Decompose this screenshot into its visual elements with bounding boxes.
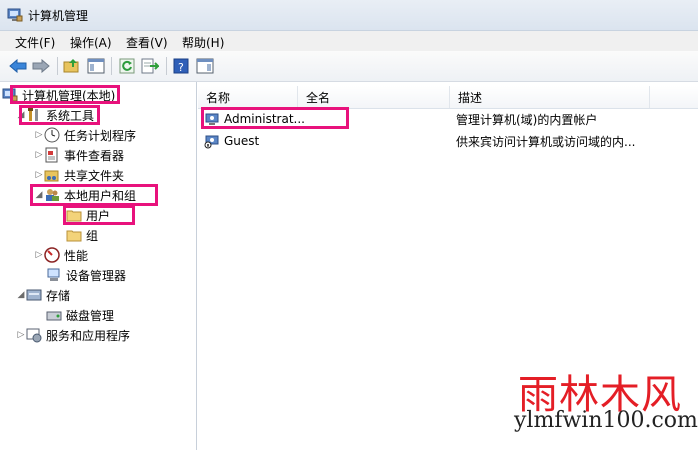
tree-item-performance[interactable]: ▷ 性能 [34,246,88,264]
row-name-cell: Guest [204,131,259,151]
user-description: 供来宾访问计算机或访问域的内... [456,134,636,149]
storage-icon [26,287,42,303]
refresh-icon[interactable] [117,56,137,76]
menu-bar: 文件(F) 操作(A) 查看(V) 帮助(H) [0,31,698,51]
tree-label: 用户 [86,208,111,223]
tree-label: 本地用户和组 [64,188,137,203]
tree-label: 系统工具 [46,108,95,123]
expand-triangle-icon[interactable]: ▷ [34,130,44,140]
tree-item-device-manager[interactable]: 设备管理器 [46,266,126,284]
collapse-triangle-icon[interactable]: ◢ [16,290,26,300]
up-folder-icon[interactable] [62,56,82,76]
collapse-triangle-icon[interactable]: ◢ [16,110,26,120]
toolbar-separator [166,57,167,75]
column-header-fullname[interactable]: 全名 [298,86,450,108]
computer-management-icon [2,87,18,103]
tree-item-local-users-groups[interactable]: ◢ 本地用户和组 [34,186,136,204]
toolbar-separator [111,57,112,75]
tree-item-disk-management[interactable]: 磁盘管理 [46,306,114,324]
menu-help[interactable]: 帮助(H) [182,34,224,51]
users-group-icon [44,187,60,203]
tree-item-groups[interactable]: 组 [66,226,98,244]
user-description: 管理计算机(域)的内置帐户 [456,112,598,127]
show-hide-console-tree-icon[interactable] [86,56,106,76]
computer-management-icon [7,7,23,26]
tree-label: 任务计划程序 [64,128,137,143]
menu-action[interactable]: 操作(A) [70,34,112,51]
folder-icon [66,207,82,223]
tree-label: 服务和应用程序 [46,328,131,343]
console-tree: 计算机管理(本地) ◢ 系统工具 ▷ 任务计划程序 ▷ 事件查看器 ▷ 共享文件… [0,82,197,450]
performance-gauge-icon [44,247,60,263]
user-name: Guest [224,134,260,148]
tree-item-computer-management[interactable]: 计算机管理(本地) [2,86,115,104]
shared-folder-icon [44,167,60,183]
tree-item-task-scheduler[interactable]: ▷ 任务计划程序 [34,126,136,144]
disk-management-icon [46,307,62,323]
folder-icon [66,227,82,243]
device-manager-icon [46,267,62,283]
column-header-name[interactable]: 名称 [198,86,298,108]
window-title: 计算机管理 [28,9,89,23]
tree-label: 性能 [64,248,89,263]
tree-label: 组 [86,228,99,243]
tree-item-shared-folders[interactable]: ▷ 共享文件夹 [34,166,124,184]
tree-label: 事件查看器 [64,148,125,163]
list-row-administrator[interactable]: Administrat... 管理计算机(域)的内置帐户 [198,109,698,129]
column-header-description[interactable]: 描述 [450,86,650,108]
event-viewer-icon [44,147,60,163]
expand-triangle-icon[interactable]: ▷ [16,330,26,340]
expand-triangle-icon[interactable]: ▷ [34,170,44,180]
tree-item-users[interactable]: 用户 [66,206,110,224]
tree-label: 设备管理器 [66,268,127,283]
tree-label: 存储 [46,288,71,303]
forward-arrow-icon[interactable] [31,56,51,76]
row-name-cell: Administrat... [204,109,305,129]
expand-triangle-icon[interactable]: ▷ [34,150,44,160]
menu-file[interactable]: 文件(F) [15,34,55,51]
tree-item-storage[interactable]: ◢ 存储 [16,286,70,304]
menu-view[interactable]: 查看(V) [126,34,168,51]
user-account-icon [204,111,220,127]
svg-text:?: ? [178,61,184,74]
tree-item-system-tools[interactable]: ◢ 系统工具 [16,106,94,124]
show-hide-action-pane-icon[interactable] [195,56,215,76]
list-header: 名称 全名 描述 [198,86,698,109]
list-row-guest[interactable]: Guest 供来宾访问计算机或访问域的内... [198,131,698,151]
tree-label: 磁盘管理 [66,308,115,323]
tools-icon [26,107,42,123]
disabled-user-account-icon [204,133,220,149]
tree-item-services-apps[interactable]: ▷ 服务和应用程序 [16,326,130,344]
toolbar: ? [0,51,698,82]
clock-icon [44,127,60,143]
collapse-triangle-icon[interactable]: ◢ [34,190,44,200]
export-list-icon[interactable] [140,56,160,76]
watermark-url: ylmfwin100.com [514,408,698,433]
expand-triangle-icon[interactable]: ▷ [34,250,44,260]
help-icon[interactable]: ? [171,56,191,76]
tree-item-event-viewer[interactable]: ▷ 事件查看器 [34,146,124,164]
title-bar: 计算机管理 [0,0,698,31]
user-name: Administrat... [224,112,305,126]
tree-label: 计算机管理(本地) [22,88,116,103]
toolbar-separator [57,57,58,75]
back-arrow-icon[interactable] [8,56,28,76]
services-icon [26,327,42,343]
tree-label: 共享文件夹 [64,168,125,183]
